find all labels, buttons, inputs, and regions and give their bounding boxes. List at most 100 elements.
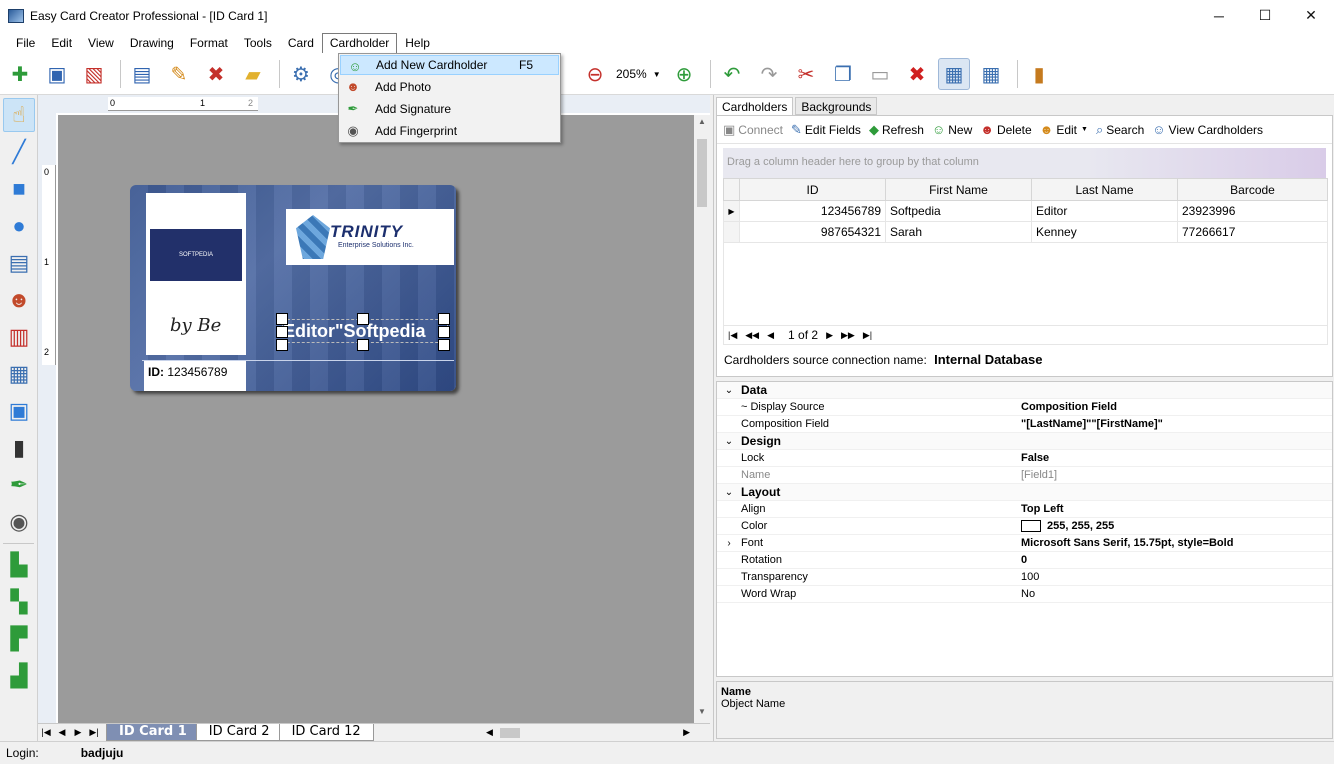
edit-template-icon[interactable]: ✎ bbox=[163, 58, 195, 90]
delete-cardholder-button[interactable]: ☻ Delete bbox=[980, 122, 1031, 137]
card-settings-icon[interactable]: ▣ bbox=[41, 58, 73, 90]
collapse-icon[interactable]: ⌄ bbox=[717, 436, 741, 447]
menu-cardholder[interactable]: Cardholder bbox=[321, 32, 398, 53]
table-tool-icon[interactable]: ▦ bbox=[3, 357, 35, 391]
menu-tools[interactable]: Tools bbox=[236, 33, 280, 53]
prev-block-icon[interactable]: ◀◀ bbox=[745, 330, 759, 341]
cardholder-photo[interactable]: SOFTPEDIA bbox=[150, 229, 242, 281]
scroll-up-icon[interactable]: ▲ bbox=[694, 117, 710, 133]
first-tab-icon[interactable]: |◀ bbox=[38, 727, 54, 738]
resize-handle[interactable] bbox=[276, 326, 288, 338]
delete-card-icon[interactable]: ▧ bbox=[78, 58, 110, 90]
prev-tab-icon[interactable]: ◀ bbox=[54, 727, 70, 738]
line-tool-icon[interactable]: ╱ bbox=[3, 135, 35, 169]
undo-icon[interactable]: ↶ bbox=[716, 58, 748, 90]
company-logo[interactable]: TRINITY Enterprise Solutions Inc. bbox=[286, 209, 454, 265]
property-row[interactable]: Name [Field1] bbox=[717, 467, 1332, 484]
table-row[interactable]: ▶ 123456789 Softpedia Editor 23923996 bbox=[723, 200, 1328, 222]
work-area[interactable]: SOFTPEDIA by Be ID: 123456789 TRINITY En… bbox=[58, 115, 694, 725]
property-row[interactable]: › Font Microsoft Sans Serif, 15.75pt, styl… bbox=[717, 535, 1332, 552]
align-left-icon[interactable]: ▙ bbox=[3, 548, 35, 582]
resize-handle[interactable] bbox=[357, 339, 369, 351]
tab-id-card-2[interactable]: ID Card 2 bbox=[195, 724, 283, 741]
pointer-tool-icon[interactable]: ☝ bbox=[3, 98, 35, 132]
resize-handle[interactable] bbox=[438, 326, 450, 338]
connect-button[interactable]: ▣ Connect bbox=[723, 122, 783, 138]
tab-cardholders[interactable]: Cardholders bbox=[716, 97, 794, 115]
ellipse-tool-icon[interactable]: ● bbox=[3, 209, 35, 243]
property-row[interactable]: Word Wrap No bbox=[717, 586, 1332, 603]
menu-view[interactable]: View bbox=[80, 33, 122, 53]
fingerprint-tool-icon[interactable]: ◉ bbox=[3, 505, 35, 539]
zoom-out-icon[interactable]: ⊖ bbox=[579, 58, 611, 90]
expand-icon[interactable]: › bbox=[717, 538, 741, 549]
view-cardholders-button[interactable]: ☺ View Cardholders bbox=[1152, 122, 1263, 137]
prev-page-icon[interactable]: ◀ bbox=[767, 330, 774, 341]
id-field[interactable]: ID: 123456789 bbox=[144, 361, 246, 391]
search-button[interactable]: ⌕ Search bbox=[1096, 122, 1144, 138]
property-row[interactable]: Rotation 0 bbox=[717, 552, 1332, 569]
resize-handle[interactable] bbox=[276, 313, 288, 325]
property-row[interactable]: Color 255, 255, 255 bbox=[717, 518, 1332, 535]
photo-tool-icon[interactable]: ☻ bbox=[3, 283, 35, 317]
barcode-tool-icon[interactable]: ▮ bbox=[3, 431, 35, 465]
signature-tool-icon[interactable]: ✒ bbox=[3, 468, 35, 502]
copy-icon[interactable]: ❐ bbox=[827, 58, 859, 90]
property-row[interactable]: Composition Field "[LastName]""[FirstName… bbox=[717, 416, 1332, 433]
new-cardholder-button[interactable]: ☺ New bbox=[932, 122, 972, 137]
scroll-down-icon[interactable]: ▼ bbox=[694, 707, 710, 723]
text-tool-icon[interactable]: ▤ bbox=[3, 246, 35, 280]
new-card-icon[interactable]: ✚ bbox=[4, 58, 36, 90]
resize-handle[interactable] bbox=[357, 313, 369, 325]
paste-icon[interactable]: ▭ bbox=[864, 58, 896, 90]
menu-add-new-cardholder[interactable]: ☺ Add New Cardholder F5 bbox=[340, 55, 559, 75]
table-row[interactable]: 987654321 Sarah Kenney 77266617 bbox=[723, 221, 1328, 243]
edit-fields-button[interactable]: ✎ Edit Fields bbox=[791, 122, 861, 138]
image-tool-icon[interactable]: ▣ bbox=[3, 394, 35, 428]
align-bottom-icon[interactable]: ▟ bbox=[3, 659, 35, 693]
menu-add-signature[interactable]: ✒ Add Signature bbox=[339, 98, 560, 120]
property-row[interactable]: Align Top Left bbox=[717, 501, 1332, 518]
resize-handle[interactable] bbox=[276, 339, 288, 351]
menu-add-photo[interactable]: ☻ Add Photo bbox=[339, 76, 560, 98]
menu-file[interactable]: File bbox=[8, 33, 43, 53]
menu-help[interactable]: Help bbox=[397, 33, 438, 53]
property-row[interactable]: Lock False bbox=[717, 450, 1332, 467]
scroll-left-icon[interactable]: ◀ bbox=[486, 727, 493, 738]
collapse-icon[interactable]: ⌄ bbox=[717, 487, 741, 498]
next-page-icon[interactable]: ▶ bbox=[826, 330, 833, 341]
new-template-icon[interactable]: ▤ bbox=[126, 58, 158, 90]
refresh-button[interactable]: ◆ Refresh bbox=[869, 122, 924, 138]
property-row[interactable]: Transparency 100 bbox=[717, 569, 1332, 586]
back-side-icon[interactable]: ▦ bbox=[975, 58, 1007, 90]
menu-edit[interactable]: Edit bbox=[43, 33, 80, 53]
cut-icon[interactable]: ✂ bbox=[790, 58, 822, 90]
tab-id-card-12[interactable]: ID Card 12 bbox=[278, 724, 374, 741]
id-card[interactable]: SOFTPEDIA by Be ID: 123456789 TRINITY En… bbox=[130, 185, 456, 391]
resize-handle[interactable] bbox=[438, 313, 450, 325]
first-page-icon[interactable]: |◀ bbox=[728, 330, 737, 341]
property-row[interactable]: ~ Display Source Composition Field bbox=[717, 399, 1332, 416]
zoom-in-icon[interactable]: ⊕ bbox=[668, 58, 700, 90]
last-tab-icon[interactable]: ▶| bbox=[86, 727, 102, 738]
collapse-icon[interactable]: ⌄ bbox=[717, 385, 741, 396]
photo-panel[interactable]: SOFTPEDIA by Be bbox=[146, 193, 246, 355]
scroll-right-icon[interactable]: ▶ bbox=[683, 727, 690, 738]
maximize-button[interactable]: ☐ bbox=[1242, 0, 1288, 31]
signature-image[interactable]: by Be bbox=[170, 315, 221, 336]
close-button[interactable]: ✕ bbox=[1288, 0, 1334, 31]
vertical-scrollbar[interactable]: ▲ ▼ bbox=[694, 115, 710, 725]
scroll-thumb[interactable] bbox=[697, 139, 707, 207]
menu-add-fingerprint[interactable]: ◉ Add Fingerprint bbox=[339, 120, 560, 142]
exit-door-icon[interactable]: ▮ bbox=[1023, 58, 1055, 90]
last-page-icon[interactable]: ▶| bbox=[863, 330, 872, 341]
column-id[interactable]: ID bbox=[739, 178, 886, 201]
delete-template-icon[interactable]: ✖ bbox=[200, 58, 232, 90]
tab-id-card-1[interactable]: ID Card 1 bbox=[106, 724, 200, 741]
menu-drawing[interactable]: Drawing bbox=[122, 33, 182, 53]
group-by-area[interactable]: Drag a column header here to group by th… bbox=[723, 148, 1326, 178]
column-barcode[interactable]: Barcode bbox=[1177, 178, 1328, 201]
front-side-icon[interactable]: ▦ bbox=[938, 58, 970, 90]
field-tool-icon[interactable]: ▥ bbox=[3, 320, 35, 354]
next-tab-icon[interactable]: ▶ bbox=[70, 727, 86, 738]
